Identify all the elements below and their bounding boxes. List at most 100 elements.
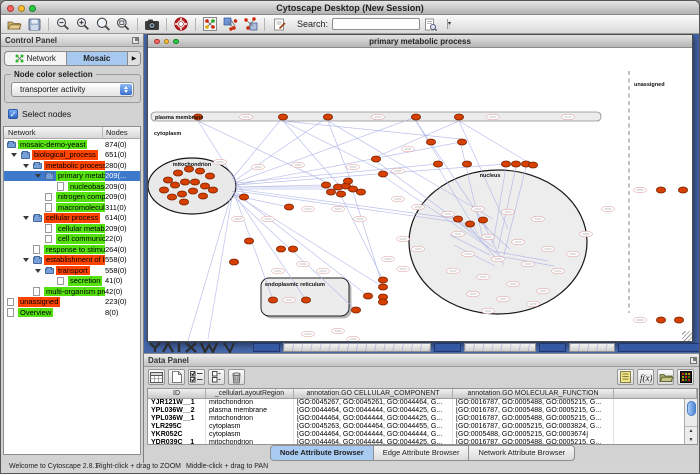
zoom-fit-button[interactable]	[93, 16, 113, 33]
network-node[interactable]	[465, 221, 474, 227]
layout-network-b-button[interactable]	[240, 16, 260, 33]
tab-node-attribute-browser[interactable]: Node Attribute Browser	[270, 445, 374, 461]
tab-mosaic[interactable]: Mosaic	[66, 52, 128, 65]
import-attributes-button[interactable]	[657, 369, 674, 385]
network-node[interactable]	[656, 187, 665, 193]
network-node[interactable]	[336, 191, 345, 197]
network-node[interactable]	[426, 139, 435, 145]
float-panel-icon[interactable]	[690, 357, 697, 364]
tab-network[interactable]: Network	[5, 52, 66, 65]
network-node[interactable]	[326, 189, 335, 195]
network-node[interactable]	[244, 238, 253, 244]
attribute-batch-button[interactable]	[617, 369, 634, 385]
network-window-titlebar[interactable]: primary metabolic process	[148, 35, 692, 48]
network-node[interactable]	[173, 170, 182, 176]
network-node[interactable]	[180, 179, 189, 185]
minimized-window-bar[interactable]	[618, 343, 700, 352]
network-node[interactable]	[501, 161, 510, 167]
export-image-button[interactable]	[142, 16, 162, 33]
vizmapper-button[interactable]	[200, 16, 220, 33]
tree-row-transport[interactable]: transport558(0)	[4, 265, 140, 276]
zoom-selected-region-button[interactable]	[113, 16, 133, 33]
network-node[interactable]	[378, 299, 387, 305]
column-nodes[interactable]: Nodes	[103, 127, 140, 138]
disclosure-triangle-icon[interactable]	[23, 164, 29, 168]
column-cellular-layout-region[interactable]: _cellularLayoutRegion	[206, 389, 294, 398]
tab-network-attribute-browser[interactable]: Network Attribute Browser	[469, 445, 575, 461]
scrollbar-arrows[interactable]: ▲▼	[685, 426, 697, 444]
window-resize-grip[interactable]	[682, 331, 692, 341]
network-node[interactable]	[462, 161, 471, 167]
network-node[interactable]	[170, 182, 179, 188]
tree-row-nitrogen-compo[interactable]: nitrogen compo209(0)	[4, 192, 140, 203]
search-dropdown-arrow[interactable]: ▾	[447, 19, 451, 29]
select-nodes-checkbox[interactable]: ✓	[8, 109, 18, 119]
network-node[interactable]	[323, 114, 332, 120]
layout-network-a-button[interactable]	[220, 16, 240, 33]
tree-row-cellular-metabol[interactable]: cellular metabol209(0)	[4, 223, 140, 234]
zoom-window-button[interactable]	[29, 5, 36, 12]
table-row[interactable]: YPL036W__2plasma membrane[GO:0044464, GO…	[148, 407, 697, 415]
network-node[interactable]	[177, 191, 186, 197]
network-node[interactable]	[188, 188, 197, 194]
network-node[interactable]	[528, 162, 537, 168]
column-go-molecular-function[interactable]: annotation.GO MOLECULAR_FUNCTION	[453, 389, 614, 398]
formula-builder-button[interactable]: f(x)	[637, 369, 654, 385]
network-node[interactable]	[343, 178, 352, 184]
network-node[interactable]	[378, 277, 387, 283]
tab-scroll-right-button[interactable]: ▶	[127, 52, 140, 65]
network-node[interactable]	[301, 297, 310, 303]
tree-row-multi-organism-pro[interactable]: multi-organism pro42(0)	[4, 286, 140, 297]
network-window-close-button[interactable]	[154, 39, 160, 45]
network-node[interactable]	[378, 284, 387, 290]
tree-row-cellular-process[interactable]: cellular process614(0)	[4, 213, 140, 224]
node-color-dropdown[interactable]: transporter activity	[11, 82, 134, 97]
network-node[interactable]	[200, 183, 209, 189]
tree-row-establishment-of-lo[interactable]: establishment of lo558(0)	[4, 255, 140, 266]
disclosure-triangle-icon[interactable]	[23, 258, 29, 262]
heatmap-button[interactable]	[677, 369, 694, 385]
open-session-button[interactable]	[4, 16, 24, 33]
help-button[interactable]	[171, 16, 191, 33]
tree-row-overview[interactable]: Overview8(0)	[4, 307, 140, 318]
network-node[interactable]	[371, 156, 380, 162]
network-node[interactable]	[163, 177, 172, 183]
network-node[interactable]	[321, 182, 330, 188]
select-attributes-button[interactable]	[188, 369, 205, 385]
minimized-window-marker[interactable]	[539, 343, 566, 352]
network-node[interactable]	[268, 297, 277, 303]
disclosure-triangle-icon[interactable]	[35, 269, 41, 273]
disclosure-triangle-icon[interactable]	[23, 216, 29, 220]
scrollbar-thumb[interactable]	[687, 401, 696, 416]
network-node[interactable]	[229, 259, 238, 265]
network-node[interactable]	[656, 317, 665, 323]
tree-row-metabolic-process[interactable]: metabolic process280(0)	[4, 160, 140, 171]
network-node[interactable]	[190, 179, 199, 185]
zoom-out-button[interactable]	[53, 16, 73, 33]
annotation-button[interactable]	[269, 16, 289, 33]
tree-row-macromolecule[interactable]: macromolecule311(0)	[4, 202, 140, 213]
network-node[interactable]	[674, 317, 683, 323]
tree-row-mosaic-demo-yeast[interactable]: mosaic-demo-yeast874(0)	[4, 139, 140, 150]
unselect-attributes-button[interactable]	[208, 369, 225, 385]
disclosure-triangle-icon[interactable]	[11, 153, 17, 157]
network-node[interactable]	[195, 168, 204, 174]
network-node[interactable]	[678, 187, 687, 193]
tree-row-unassigned[interactable]: unassigned223(0)	[4, 297, 140, 308]
network-node[interactable]	[278, 114, 287, 120]
network-canvas[interactable]: plasma membranecytoplasmmitochondrionnuc…	[148, 49, 692, 341]
minimized-window-thumbnail[interactable]	[464, 343, 536, 352]
tree-row-secretion[interactable]: secretion41(0)	[4, 276, 140, 287]
network-node[interactable]	[167, 194, 176, 200]
minimized-window-thumbnail[interactable]	[569, 343, 615, 352]
network-window-minimize-button[interactable]	[164, 39, 170, 45]
table-row[interactable]: YLR295Ccytoplasm[GO:0045263, GO:0044464,…	[148, 423, 697, 431]
network-window-zoom-button[interactable]	[173, 39, 179, 45]
network-node[interactable]	[433, 161, 442, 167]
network-node[interactable]	[159, 187, 168, 193]
delete-attribute-button[interactable]	[228, 369, 245, 385]
network-node[interactable]	[351, 307, 360, 313]
minimize-button[interactable]	[18, 5, 25, 12]
new-attribute-button[interactable]	[168, 369, 185, 385]
disclosure-triangle-icon[interactable]	[35, 174, 41, 178]
